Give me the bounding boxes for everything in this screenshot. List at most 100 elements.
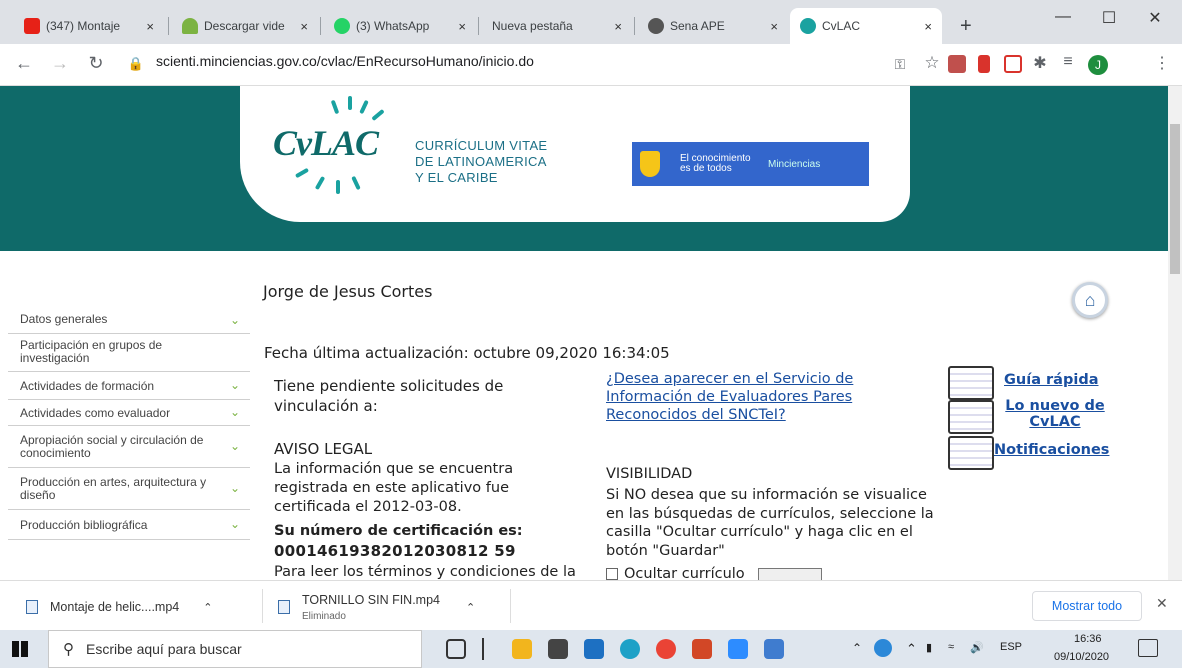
close-icon[interactable]: × (924, 19, 932, 34)
news-icon[interactable] (948, 400, 994, 434)
close-icon[interactable]: × (146, 19, 154, 34)
extensions-puzzle-icon[interactable]: ✱ (1028, 53, 1052, 73)
pocket-extension-icon[interactable] (1004, 55, 1022, 73)
chevron-down-icon: ⌄ (229, 312, 240, 327)
legal-notice-text: La información que se encuentra registra… (274, 461, 514, 515)
back-icon[interactable]: ← (12, 53, 36, 74)
gov-tagline: El conocimiento es de todos (680, 153, 751, 174)
close-icon[interactable]: × (300, 19, 308, 34)
chrome-icon[interactable] (656, 639, 676, 659)
tab-cvlac[interactable]: CvLAC × (790, 8, 942, 44)
bookmark-star-icon[interactable]: ☆ (920, 53, 944, 73)
outlook-icon[interactable] (764, 639, 784, 659)
home-icon[interactable]: ⌂ (1072, 282, 1108, 318)
clock-time[interactable]: 16:36 (1074, 633, 1102, 645)
logo-line: DE LATINOAMERICA (415, 154, 547, 169)
sidebar-item-bibliografica[interactable]: Producción bibliográfica ⌄ (8, 510, 250, 540)
evaluadores-link[interactable]: ¿Desea aparecer en el Servicio de Inform… (606, 370, 906, 424)
visibility-title: VISIBILIDAD (606, 466, 693, 482)
sidebar-item-evaluador[interactable]: Actividades como evaluador ⌄ (8, 400, 250, 426)
checkbox[interactable] (606, 568, 618, 580)
maximize-icon[interactable]: ☐ (1086, 8, 1132, 28)
quick-guide-link[interactable]: Guía rápida (1004, 372, 1098, 388)
notification-center-icon[interactable] (1138, 639, 1158, 657)
tab-strip: (347) Montaje × Descargar vide × (3) Wha… (0, 0, 1182, 44)
sidebar-item-participacion[interactable]: Participación en grupos de investigación (8, 334, 250, 372)
terms-text: Para leer los términos y condiciones de … (274, 564, 576, 580)
store-icon[interactable] (548, 639, 568, 659)
banner-card: CvLAC CURRÍCULUM VITAE DE LATINOAMERICA … (240, 86, 910, 222)
close-icon[interactable]: × (614, 19, 622, 34)
sidebar-item-label: Apropiación social y circulación de cono… (20, 433, 204, 460)
tray-chevron-icon[interactable]: ⌃ (852, 641, 862, 655)
scrollbar-thumb[interactable] (1170, 124, 1180, 274)
tab-sena[interactable]: Sena APE × (638, 8, 788, 44)
menu-icon[interactable]: ⋮ (1150, 53, 1174, 73)
forward-icon[interactable]: → (48, 53, 72, 74)
show-hidden-icon[interactable]: ⌃ (906, 641, 917, 657)
task-view-icon[interactable] (446, 639, 466, 659)
chevron-up-icon[interactable]: ⌃ (466, 601, 475, 614)
tab-descargar[interactable]: Descargar vide × (172, 8, 318, 44)
chevron-down-icon: ⌄ (229, 404, 240, 419)
reading-list-icon[interactable]: ≡ (1056, 53, 1080, 71)
tab-whatsapp[interactable]: (3) WhatsApp × (324, 8, 476, 44)
hide-cv-checkbox[interactable]: Ocultar currículo (606, 566, 745, 580)
adobe-extension-icon[interactable] (978, 55, 990, 73)
lock-icon[interactable]: 🔒 (124, 56, 148, 72)
download-name: Montaje de helic....mp4 (50, 600, 180, 614)
pdf-extension-icon[interactable] (948, 55, 966, 73)
tab-label: (3) WhatsApp (356, 19, 430, 33)
edge-icon[interactable] (620, 639, 640, 659)
file-explorer-icon[interactable] (512, 639, 532, 659)
cvlac-logo: CvLAC (273, 123, 379, 163)
guide-icon[interactable] (948, 366, 994, 400)
language-indicator[interactable]: ESP (1000, 641, 1022, 653)
file-icon (26, 600, 38, 614)
logo-line: CURRÍCULUM VITAE (415, 138, 548, 153)
chevron-up-icon[interactable]: ⌃ (203, 601, 212, 614)
download-status: Eliminado (302, 610, 346, 622)
sidebar-item-label: Producción bibliográfica (20, 518, 148, 532)
minimize-icon[interactable]: — (1040, 8, 1086, 26)
windows-start-icon[interactable] (12, 641, 28, 657)
battery-icon[interactable]: ▮ (926, 641, 932, 654)
legal-notice-title: AVISO LEGAL (274, 440, 373, 458)
tab-nueva[interactable]: Nueva pestaña × (482, 8, 632, 44)
wifi-icon[interactable]: ≈ (948, 641, 954, 653)
tab-label: (347) Montaje (46, 19, 121, 33)
whats-new-link[interactable]: Lo nuevo de CvLAC (1000, 398, 1110, 430)
sidebar-item-produccion-artes[interactable]: Producción en artes, arquitectura y dise… (8, 468, 250, 510)
page-scrollbar[interactable] (1168, 86, 1182, 580)
notifications-link[interactable]: Notificaciones (994, 442, 1109, 458)
sidebar-item-apropiacion[interactable]: Apropiación social y circulación de cono… (8, 426, 250, 468)
reload-icon[interactable]: ↻ (84, 53, 108, 74)
minciencias-logo: El conocimiento es de todos Minciencias (632, 142, 869, 186)
powerpoint-icon[interactable] (692, 639, 712, 659)
chevron-down-icon: ⌄ (229, 377, 240, 392)
volume-icon[interactable]: 🔊 (970, 641, 984, 654)
close-icon[interactable]: × (770, 19, 778, 34)
close-icon[interactable]: × (458, 19, 466, 34)
window-close-icon[interactable]: ✕ (1132, 8, 1178, 28)
tab-youtube[interactable]: (347) Montaje × (14, 8, 164, 44)
browser-toolbar: ← → ↻ 🔒 scienti.minciencias.gov.co/cvlac… (0, 44, 1182, 86)
download-item[interactable]: Montaje de helic....mp4 ⌃ (26, 589, 256, 625)
notifications-icon[interactable] (948, 436, 994, 470)
clock-date[interactable]: 09/10/2020 (1054, 651, 1109, 663)
help-icon[interactable] (874, 639, 892, 657)
address-bar[interactable]: scienti.minciencias.gov.co/cvlac/EnRecur… (156, 53, 534, 69)
taskbar-search[interactable]: ⚲ Escribe aquí para buscar (48, 630, 422, 668)
sidebar-item-formacion[interactable]: Actividades de formación ⌄ (8, 372, 250, 400)
zoom-icon[interactable] (728, 639, 748, 659)
download-item[interactable]: TORNILLO SIN FIN.mp4 Eliminado ⌃ (278, 589, 508, 625)
show-all-button[interactable]: Mostrar todo (1032, 591, 1142, 621)
mail-icon[interactable] (584, 639, 604, 659)
new-tab-button[interactable]: + (950, 8, 980, 44)
sidebar-item-datos-generales[interactable]: Datos generales ⌄ (8, 308, 250, 334)
save-button[interactable] (758, 568, 822, 580)
key-icon[interactable]: ⚿ (888, 56, 912, 73)
hide-cv-label: Ocultar currículo (624, 566, 745, 580)
close-downloads-icon[interactable]: ✕ (1156, 595, 1168, 612)
profile-avatar[interactable]: J (1088, 55, 1108, 75)
